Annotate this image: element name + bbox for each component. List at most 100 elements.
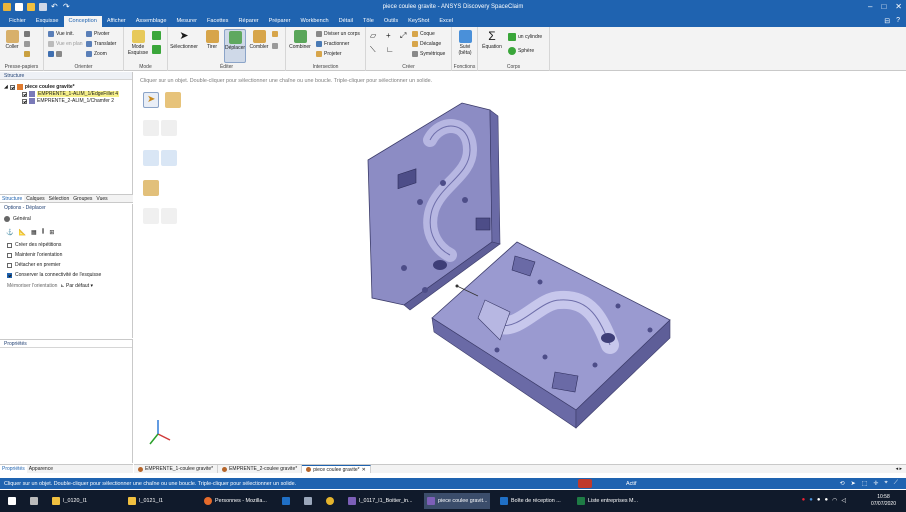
move-button[interactable]: Déplacer [224,29,246,63]
solid-mode-button[interactable] [152,45,161,54]
taskbar-item[interactable]: I_0120_I1 [52,493,87,509]
option-row[interactable]: Maintenir l'orientation [7,252,62,258]
doc-tab[interactable]: EMPRENTE_1-coulee gravite* [134,465,219,473]
taskbar-item[interactable]: Personnes - Mozilla... [204,493,267,509]
menu-tab[interactable]: Workbench [295,16,333,27]
model-canvas[interactable] [134,72,906,463]
taskbar-item[interactable]: Boîte de réception ... [500,493,561,509]
visibility-checkbox[interactable] [9,84,15,90]
doc-tab-active[interactable]: piece coulee gravite* ✕ [302,465,371,473]
box-tool-icon[interactable] [143,180,159,196]
option-checkbox[interactable] [7,252,12,258]
lasso-icon[interactable]: ⟲ [840,480,845,487]
select-button[interactable]: ➤ Sélectionner [170,30,198,51]
project-button[interactable]: Projeter [316,51,342,57]
measure-icon[interactable]: ⟋ [894,480,898,487]
option-row[interactable]: Créer des répétitions [7,242,61,248]
split-button[interactable]: Fractionner [316,41,349,47]
split-body-button[interactable]: Diviser un corps [316,31,360,37]
sketch-mode-button[interactable]: Mode Esquisse [127,30,149,56]
spin-button[interactable]: Pivoter [86,31,110,37]
anchor-icon[interactable]: ⚓ [6,229,13,236]
track-button[interactable]: Suivi (bêta) [454,30,476,56]
menu-tab[interactable]: Mesurer [171,16,202,27]
taskbar-item[interactable]: I_0121_I1 [128,493,163,509]
maximize-icon[interactable]: □ [881,3,886,11]
tab-scroll-arrows[interactable]: ◂ ▸ [896,465,902,473]
menu-tab[interactable]: Excel [434,16,458,27]
option-checkbox[interactable] [7,272,12,278]
taskbar-item[interactable]: I_0117_I1_Boitier_in... [348,493,413,509]
copy-button[interactable] [24,41,30,47]
format-painter-button[interactable] [24,51,30,57]
option-row[interactable]: Conserver la connectivité de l'esquisse [7,272,101,278]
option-checkbox[interactable] [7,262,12,268]
cylinder-button[interactable]: un cylindre [508,33,542,41]
plane-button[interactable]: ▱ [370,31,376,40]
sketch-tool-icon[interactable] [143,120,159,136]
task-view-button[interactable] [30,493,38,509]
tab-selection[interactable]: Sélection [47,195,72,202]
tab-calques[interactable]: Calques [24,195,46,202]
detach-icon[interactable]: ⊞ [49,229,54,236]
tray-app-icon[interactable]: ● [809,497,813,504]
blend-button[interactable] [272,31,278,37]
minimize-icon[interactable]: – [868,3,872,11]
tab-apparence[interactable]: Apparence [27,465,55,473]
remember-orientation-select[interactable]: ⊾ Par défaut ▾ [60,283,93,289]
mirror-button[interactable]: Symétrique [412,51,445,57]
menu-tab[interactable]: Réparer [233,16,263,27]
pattern-icon[interactable]: ▦ [31,229,37,236]
tab-structure[interactable]: Structure [0,195,25,202]
menu-tab[interactable]: Conception [63,16,102,27]
tray-app-icon[interactable]: ● [825,497,829,504]
menu-tab[interactable]: Fichier [4,16,31,27]
collapse-icon[interactable]: ◢ [4,84,8,90]
tree-item[interactable]: EMPRENTE_2-ALIM_1/Chamfer 2 [22,98,114,104]
option-row[interactable]: Détacher en premier [7,262,61,268]
start-button[interactable] [8,493,16,509]
tray-app-icon[interactable]: ● [802,497,806,504]
align-icon[interactable]: ⫼ [42,229,45,236]
chrome-button[interactable] [326,493,334,509]
menu-tab[interactable]: Afficher [102,16,131,27]
select-tool-variant-icon[interactable] [165,92,181,108]
option-checkbox[interactable] [7,242,12,248]
plan-view-button[interactable]: Vue en plan [48,41,83,47]
app-button[interactable] [304,493,312,509]
select-tool-icon[interactable]: ➤ [143,92,159,108]
menu-tab[interactable]: Tôle [358,16,379,27]
section-mode-button[interactable] [152,31,161,40]
tweak-button[interactable] [272,43,278,49]
tree-root[interactable]: ◢ piece coulee gravite* [4,84,75,90]
path-tool-icon[interactable] [143,150,159,166]
cut-button[interactable] [24,31,30,37]
box-select-icon[interactable]: ⬚ [862,480,868,487]
menu-tab[interactable]: KeyShot [403,16,434,27]
triad-icon[interactable]: ✛ [873,480,878,487]
axis-tool-icon[interactable] [161,150,177,166]
network-icon[interactable]: ◠ [832,497,837,504]
tab-groupes[interactable]: Groupes [71,195,94,202]
snap-icon[interactable]: ⌖ [884,480,887,487]
menu-tab[interactable]: Détail [334,16,358,27]
help-icon[interactable]: ? [896,17,900,25]
menu-tab[interactable]: Assemblage [131,16,172,27]
taskbar-item[interactable]: Liste entreprises M... [577,493,638,509]
origin-button[interactable]: + [386,31,391,40]
tab-vues[interactable]: Vues [94,195,109,202]
doc-tab[interactable]: EMPRENTE_2-coulee gravite* [218,465,303,473]
taskbar-item-active[interactable]: piece coulee gravit... [424,493,491,509]
pan-button[interactable]: Translater [86,41,116,47]
sphere-button[interactable]: Sphère [508,47,534,55]
menu-tab[interactable]: Facettes [202,16,233,27]
pull-button[interactable]: Tirer [202,30,222,51]
angle-button[interactable]: ∟ [386,45,394,54]
zoom-button[interactable]: Zoom [86,51,107,57]
fill-button[interactable]: Combler [248,30,270,51]
menu-tab[interactable]: Esquisse [31,16,64,27]
line-button[interactable]: ⟍ [370,45,376,55]
tray-app-icon[interactable]: ● [817,497,821,504]
minimize-ribbon-icon[interactable]: ⊟ [884,17,890,25]
alert-icon[interactable] [578,479,592,488]
